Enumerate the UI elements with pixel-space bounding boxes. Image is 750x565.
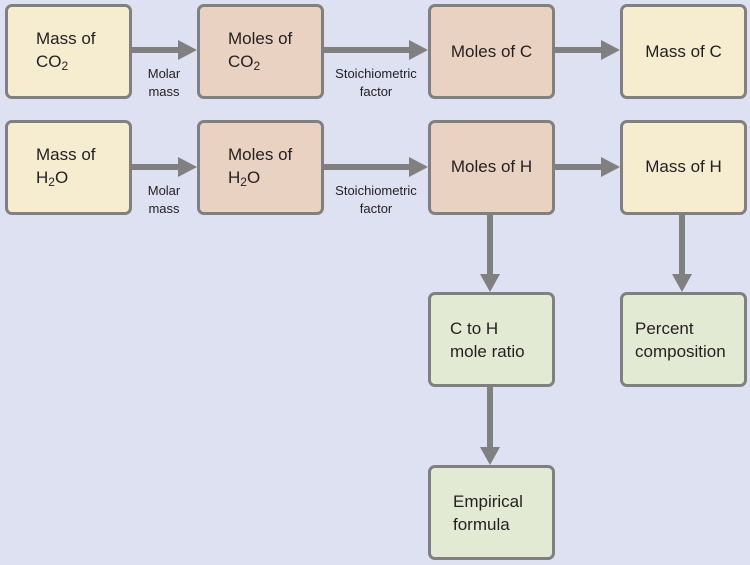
node-mass-h2o-formula: H2O bbox=[36, 168, 69, 189]
node-mass-h-label: Mass of H bbox=[645, 157, 722, 176]
node-moles-h2o: Moles of H2O bbox=[197, 120, 324, 215]
node-mass-h2o: Mass of H2O bbox=[5, 120, 132, 215]
node-moles-h2o-line1: Moles of bbox=[228, 145, 293, 164]
arrow-moles-h-to-mass-h bbox=[553, 157, 620, 177]
node-moles-h2o-formula: H2O bbox=[228, 168, 261, 189]
node-moles-co2: Moles of CO2 bbox=[197, 4, 324, 99]
arrow-mass-h2o-to-moles-h2o bbox=[131, 157, 197, 177]
node-empirical-formula: Empirical formula bbox=[428, 465, 555, 560]
arrow-moles-c-to-mass-c bbox=[553, 40, 620, 60]
arrow-moles-co2-to-moles-c bbox=[323, 40, 428, 60]
node-mass-co2: Mass of CO2 bbox=[5, 4, 132, 99]
edge-label-molar-mass-2: Molar mass bbox=[147, 183, 181, 216]
node-mass-c-label: Mass of C bbox=[645, 42, 722, 61]
edge-label-stoichiometric-factor-1: Stoichiometric factor bbox=[335, 66, 417, 99]
arrow-moles-h2o-to-moles-h bbox=[323, 157, 428, 177]
edge-label-molar-mass-1: Molar mass bbox=[147, 66, 181, 99]
arrow-mass-h-to-percent bbox=[672, 214, 692, 292]
node-moles-h: Moles of H bbox=[428, 120, 555, 215]
node-moles-co2-line1: Moles of bbox=[228, 29, 293, 48]
node-mass-co2-line1: Mass of bbox=[36, 29, 96, 48]
arrow-moles-h-to-ratio bbox=[480, 214, 500, 292]
node-moles-c: Moles of C bbox=[428, 4, 555, 99]
node-ratio-line1: C to H bbox=[450, 319, 499, 338]
edge-label-stoichiometric-factor-2: Stoichiometric factor bbox=[335, 183, 417, 216]
node-mass-h2o-line1: Mass of bbox=[36, 145, 96, 164]
node-empirical-line1: Empirical bbox=[453, 492, 523, 511]
node-percent-line2: composition bbox=[635, 342, 726, 361]
node-percent-line1: Percent bbox=[635, 319, 694, 338]
node-moles-c-label: Moles of C bbox=[450, 42, 533, 61]
node-moles-co2-formula: CO2 bbox=[228, 52, 261, 73]
node-ratio-line2: mole ratio bbox=[450, 342, 525, 361]
node-moles-h-label: Moles of H bbox=[450, 157, 533, 176]
node-mass-c: Mass of C bbox=[620, 4, 747, 99]
node-mass-co2-formula: CO2 bbox=[36, 52, 69, 73]
node-c-to-h-mole-ratio: C to H mole ratio bbox=[428, 292, 555, 387]
node-percent-composition: Percent composition bbox=[620, 292, 747, 387]
node-empirical-line2: formula bbox=[453, 515, 510, 534]
arrow-ratio-to-empirical bbox=[480, 386, 500, 465]
node-mass-h: Mass of H bbox=[620, 120, 747, 215]
arrow-mass-co2-to-moles-co2 bbox=[131, 40, 197, 60]
